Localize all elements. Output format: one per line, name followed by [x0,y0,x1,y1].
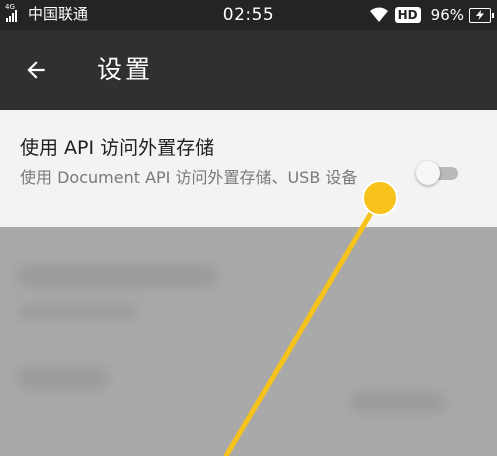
setting-summary: 使用 Document API 访问外置存储、USB 设备 [20,168,358,187]
screen: 4G 中国联通 02:55 HD 96% 设置 使用 API 访问外置存储 使用… [0,0,497,456]
wifi-icon [369,7,388,22]
toggle-thumb [416,161,440,185]
status-right: HD 96% [369,5,494,25]
hd-badge: HD [394,7,421,23]
battery-icon [469,7,494,23]
back-button[interactable] [18,52,54,88]
external-storage-toggle[interactable] [416,160,462,186]
app-bar: 设置 [0,30,497,110]
page-title: 设置 [97,55,154,84]
setting-row-external-storage[interactable]: 使用 API 访问外置存储 使用 Document API 访问外置存储、USB… [0,110,497,227]
charging-bolt-icon [476,10,484,20]
status-bar: 4G 中国联通 02:55 HD 96% [0,0,497,30]
battery-percent: 96% [430,6,464,24]
arrow-left-icon [27,61,45,79]
dimmed-content [0,227,497,456]
setting-title: 使用 API 访问外置存储 [20,137,215,159]
